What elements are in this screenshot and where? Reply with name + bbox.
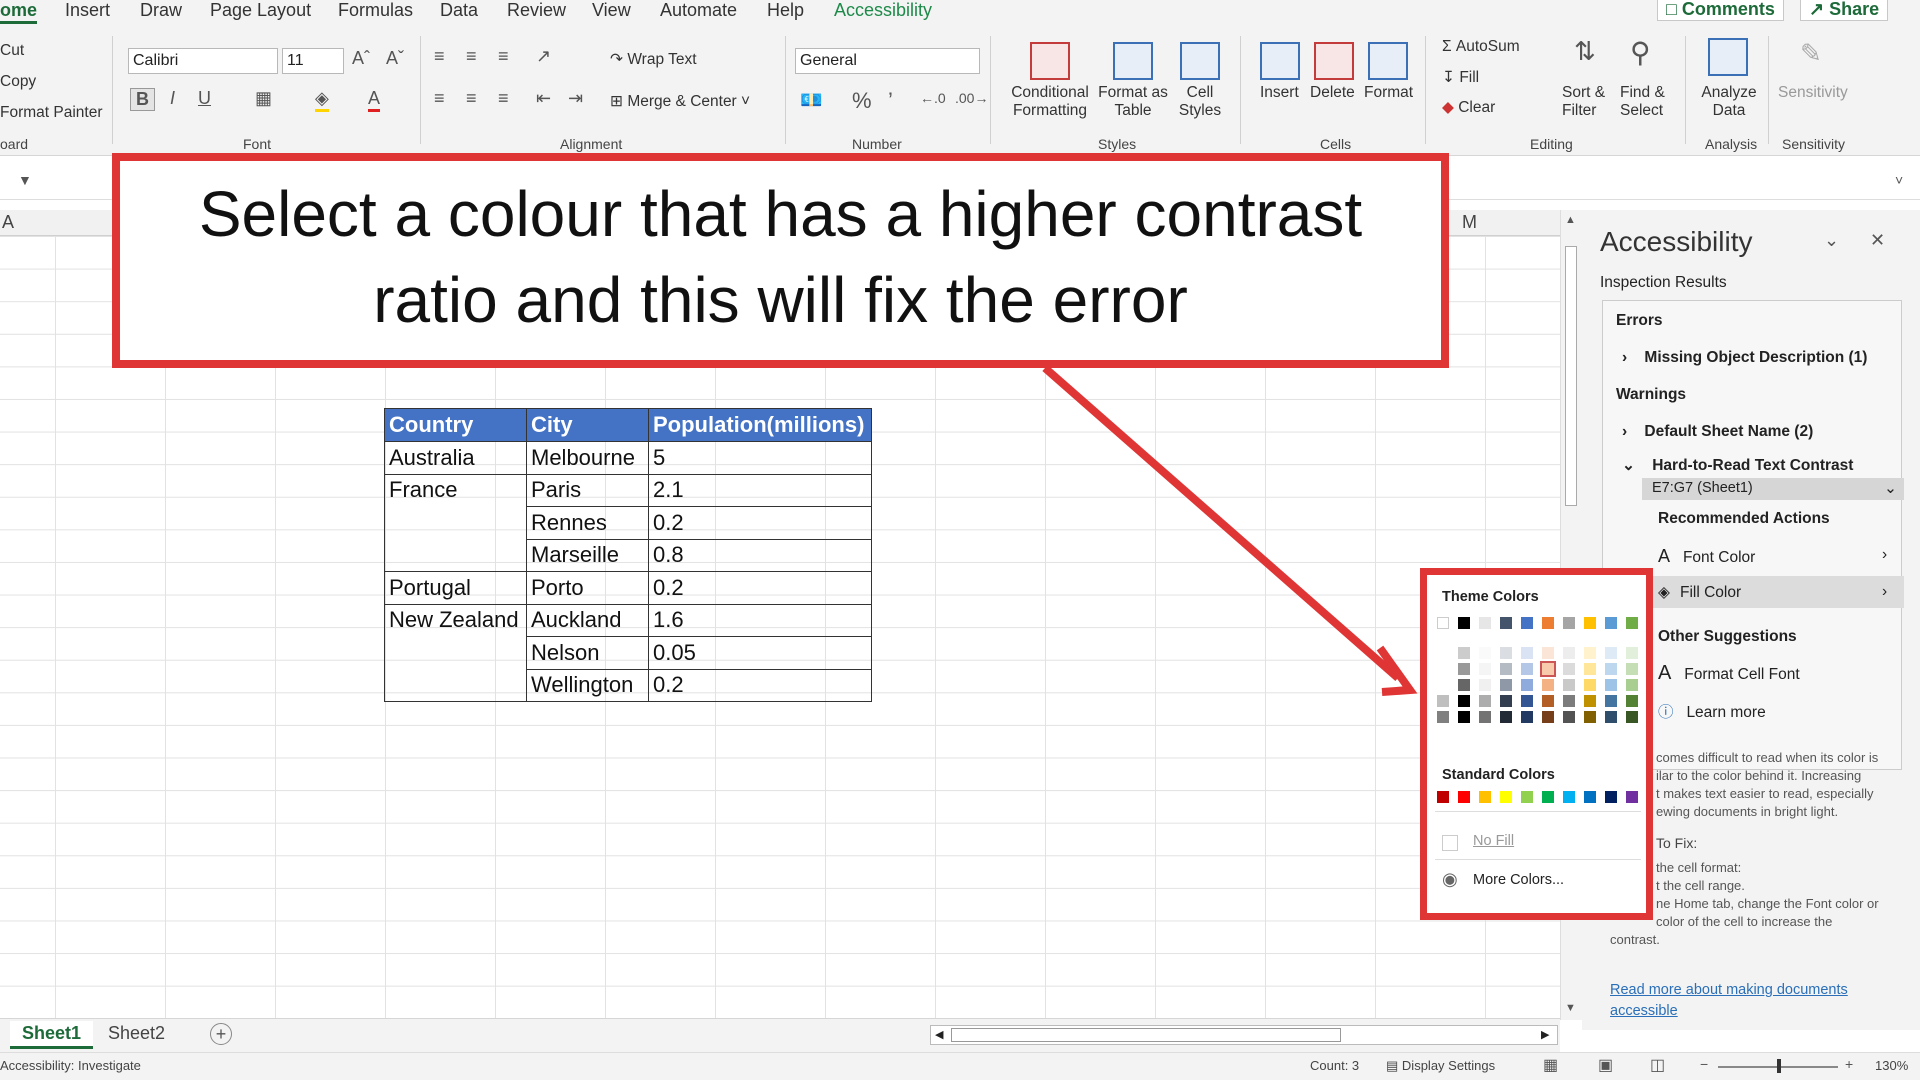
add-sheet-icon[interactable]: +	[210, 1023, 232, 1045]
zoom-in-icon[interactable]: +	[1845, 1056, 1853, 1072]
callout-arrow	[1042, 364, 1418, 696]
sheet-tab-bar: Sheet1 Sheet2 + ◀ ▶	[0, 1018, 1560, 1052]
normal-view-icon[interactable]: ▦	[1543, 1055, 1558, 1075]
zoom-level[interactable]: 130%	[1875, 1058, 1908, 1073]
sheet-tab-2[interactable]: Sheet2	[100, 1023, 173, 1044]
arrow-line	[1042, 364, 1401, 682]
horizontal-scroll-thumb[interactable]	[951, 1028, 1341, 1042]
count-status: Count: 3	[1310, 1058, 1360, 1073]
page-break-view-icon[interactable]: ◫	[1650, 1055, 1665, 1075]
zoom-out-icon[interactable]: −	[1700, 1056, 1708, 1072]
scroll-left-icon[interactable]: ◀	[935, 1028, 943, 1041]
sheet-tab-1[interactable]: Sheet1	[10, 1021, 94, 1049]
display-settings-label: Display Settings	[1401, 1058, 1496, 1073]
scroll-right-icon[interactable]: ▶	[1541, 1028, 1549, 1041]
display-settings-button[interactable]: ▤ Display Settings	[1386, 1058, 1495, 1074]
page-layout-view-icon[interactable]: ▣	[1598, 1055, 1613, 1075]
monitor-icon: ▤	[1386, 1058, 1399, 1073]
status-bar: Accessibility: Investigate Count: 3 ▤ Di…	[0, 1052, 1920, 1080]
zoom-slider-thumb[interactable]	[1777, 1059, 1781, 1073]
horizontal-scrollbar[interactable]: ◀ ▶	[930, 1025, 1558, 1045]
accessibility-status[interactable]: Accessibility: Investigate	[0, 1058, 141, 1073]
